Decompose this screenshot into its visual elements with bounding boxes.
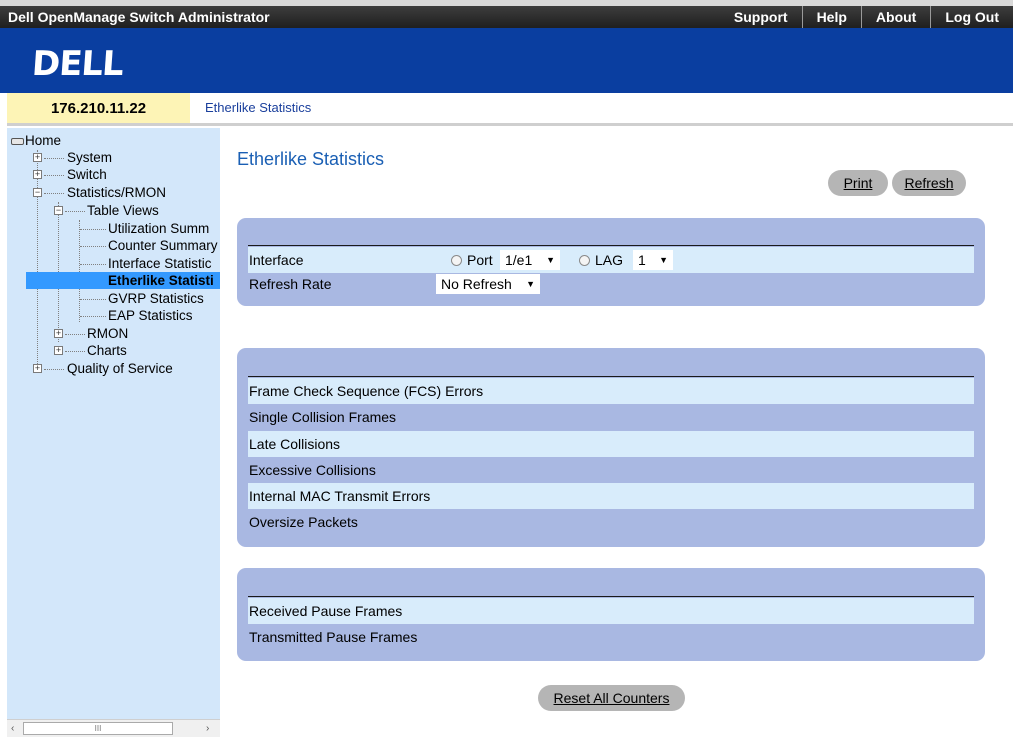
expand-icon[interactable]: + [33, 364, 42, 373]
scroll-left-icon[interactable]: ‹ [11, 723, 14, 734]
tree-connector [80, 264, 106, 265]
tree-horizontal-scrollbar[interactable]: ‹ III › [7, 719, 220, 737]
scrollbar-thumb[interactable]: III [23, 722, 173, 735]
brand-banner: DELL [0, 28, 1013, 93]
expand-icon[interactable]: + [33, 153, 42, 162]
tree-item-switch[interactable]: Switch [67, 166, 107, 183]
tree-connector [80, 246, 106, 247]
refresh-button[interactable]: Refresh [892, 170, 966, 196]
tree-item-home[interactable]: Home [11, 132, 61, 149]
tree-connector [65, 334, 85, 335]
interface-label: Interface [249, 252, 304, 268]
chevron-down-icon: ▼ [546, 255, 555, 265]
reset-all-counters-button[interactable]: Reset All Counters [538, 685, 685, 711]
breadcrumb-link[interactable]: Etherlike Statistics [205, 100, 311, 115]
dell-logo: DELL [30, 44, 125, 84]
port-label: Port [467, 252, 493, 268]
chevron-down-icon: ▼ [659, 255, 668, 265]
expand-icon[interactable]: + [54, 346, 63, 355]
tree-label: Home [25, 133, 62, 148]
tree-item-quality-of-service[interactable]: Quality of Service [67, 360, 173, 377]
stat-row-mac-transmit-errors: Internal MAC Transmit Errors [248, 483, 974, 509]
expand-icon[interactable]: + [33, 170, 42, 179]
expand-icon[interactable]: + [54, 329, 63, 338]
stat-row-transmitted-pause: Transmitted Pause Frames [249, 629, 418, 645]
lag-radio[interactable] [579, 255, 590, 266]
breadcrumb: Etherlike Statistics [190, 93, 1013, 126]
errors-panel: Frame Check Sequence (FCS) Errors Single… [237, 348, 985, 547]
tree-connector [80, 229, 106, 230]
tree-item-etherlike-statistics[interactable]: Etherlike Statisti [26, 272, 220, 289]
tree-connector [44, 158, 64, 159]
port-select-value: 1/e1 [505, 252, 533, 268]
refresh-rate-select[interactable]: No Refresh ▼ [436, 274, 540, 294]
tree-item-eap-statistics[interactable]: EAP Statistics [108, 307, 193, 324]
refresh-rate-value: No Refresh [441, 276, 512, 292]
tree-guide-line [37, 150, 38, 370]
tree-connector [44, 175, 64, 176]
divider [248, 245, 974, 246]
drive-icon [11, 137, 24, 145]
lag-select-value: 1 [638, 252, 646, 268]
help-link[interactable]: Help [801, 6, 861, 28]
tree-item-charts[interactable]: Charts [87, 342, 127, 359]
tree-item-system[interactable]: System [67, 149, 112, 166]
about-link[interactable]: About [860, 6, 930, 28]
stat-row-late-collisions: Late Collisions [248, 431, 974, 457]
tree-item-interface-statistics[interactable]: Interface Statistic [108, 255, 212, 272]
refresh-rate-label: Refresh Rate [249, 276, 332, 292]
tree-connector [65, 351, 85, 352]
tree-connector [80, 299, 106, 300]
scroll-right-icon[interactable]: › [206, 723, 209, 734]
print-button[interactable]: Print [828, 170, 888, 196]
stat-row-received-pause: Received Pause Frames [248, 598, 974, 624]
stat-row-single-collision: Single Collision Frames [249, 409, 397, 425]
lag-label: LAG [595, 252, 624, 268]
tree-guide-line [79, 220, 80, 322]
collapse-icon[interactable]: − [33, 188, 42, 197]
top-bar: Dell OpenManage Switch Administrator Sup… [0, 0, 1013, 28]
tree-item-utilization-summary[interactable]: Utilization Summ [108, 220, 209, 237]
page-title: Etherlike Statistics [237, 149, 385, 169]
logout-link[interactable]: Log Out [930, 6, 1013, 28]
stat-row-oversize-packets: Oversize Packets [249, 514, 358, 530]
tree-item-table-views[interactable]: Table Views [87, 202, 159, 219]
divider [248, 596, 974, 597]
tree-item-gvrp-statistics[interactable]: GVRP Statistics [108, 290, 204, 307]
interface-row: Interface Port 1/e1 ▼ LAG 1 ▼ [248, 247, 974, 273]
stat-row-fcs-errors: Frame Check Sequence (FCS) Errors [248, 378, 974, 404]
navigation-tree: Home + System + Switch − Statistics/RMON… [7, 128, 220, 719]
app-title: Dell OpenManage Switch Administrator [8, 9, 270, 25]
stat-row-excessive-collisions: Excessive Collisions [249, 462, 376, 478]
top-links: Support Help About Log Out [720, 6, 1013, 28]
tree-connector [44, 369, 64, 370]
support-link[interactable]: Support [720, 6, 802, 28]
interface-panel: Interface Port 1/e1 ▼ LAG 1 ▼ Refresh Rate… [237, 218, 985, 306]
tree-connector [44, 193, 64, 194]
refresh-rate-row: Refresh Rate No Refresh ▼ [248, 271, 974, 297]
port-radio[interactable] [451, 255, 462, 266]
tree-item-rmon[interactable]: RMON [87, 325, 128, 342]
pause-panel: Received Pause Frames Transmitted Pause … [237, 568, 985, 661]
divider [248, 376, 974, 377]
tree-connector [80, 316, 106, 317]
chevron-down-icon: ▼ [526, 279, 535, 289]
tree-item-statistics-rmon[interactable]: Statistics/RMON [67, 184, 166, 201]
collapse-icon[interactable]: − [54, 206, 63, 215]
port-select[interactable]: 1/e1 ▼ [500, 250, 560, 270]
tree-item-counter-summary[interactable]: Counter Summary [108, 237, 218, 254]
lag-select[interactable]: 1 ▼ [633, 250, 673, 270]
tree-connector [65, 211, 85, 212]
device-ip: 176.210.11.22 [7, 93, 190, 126]
